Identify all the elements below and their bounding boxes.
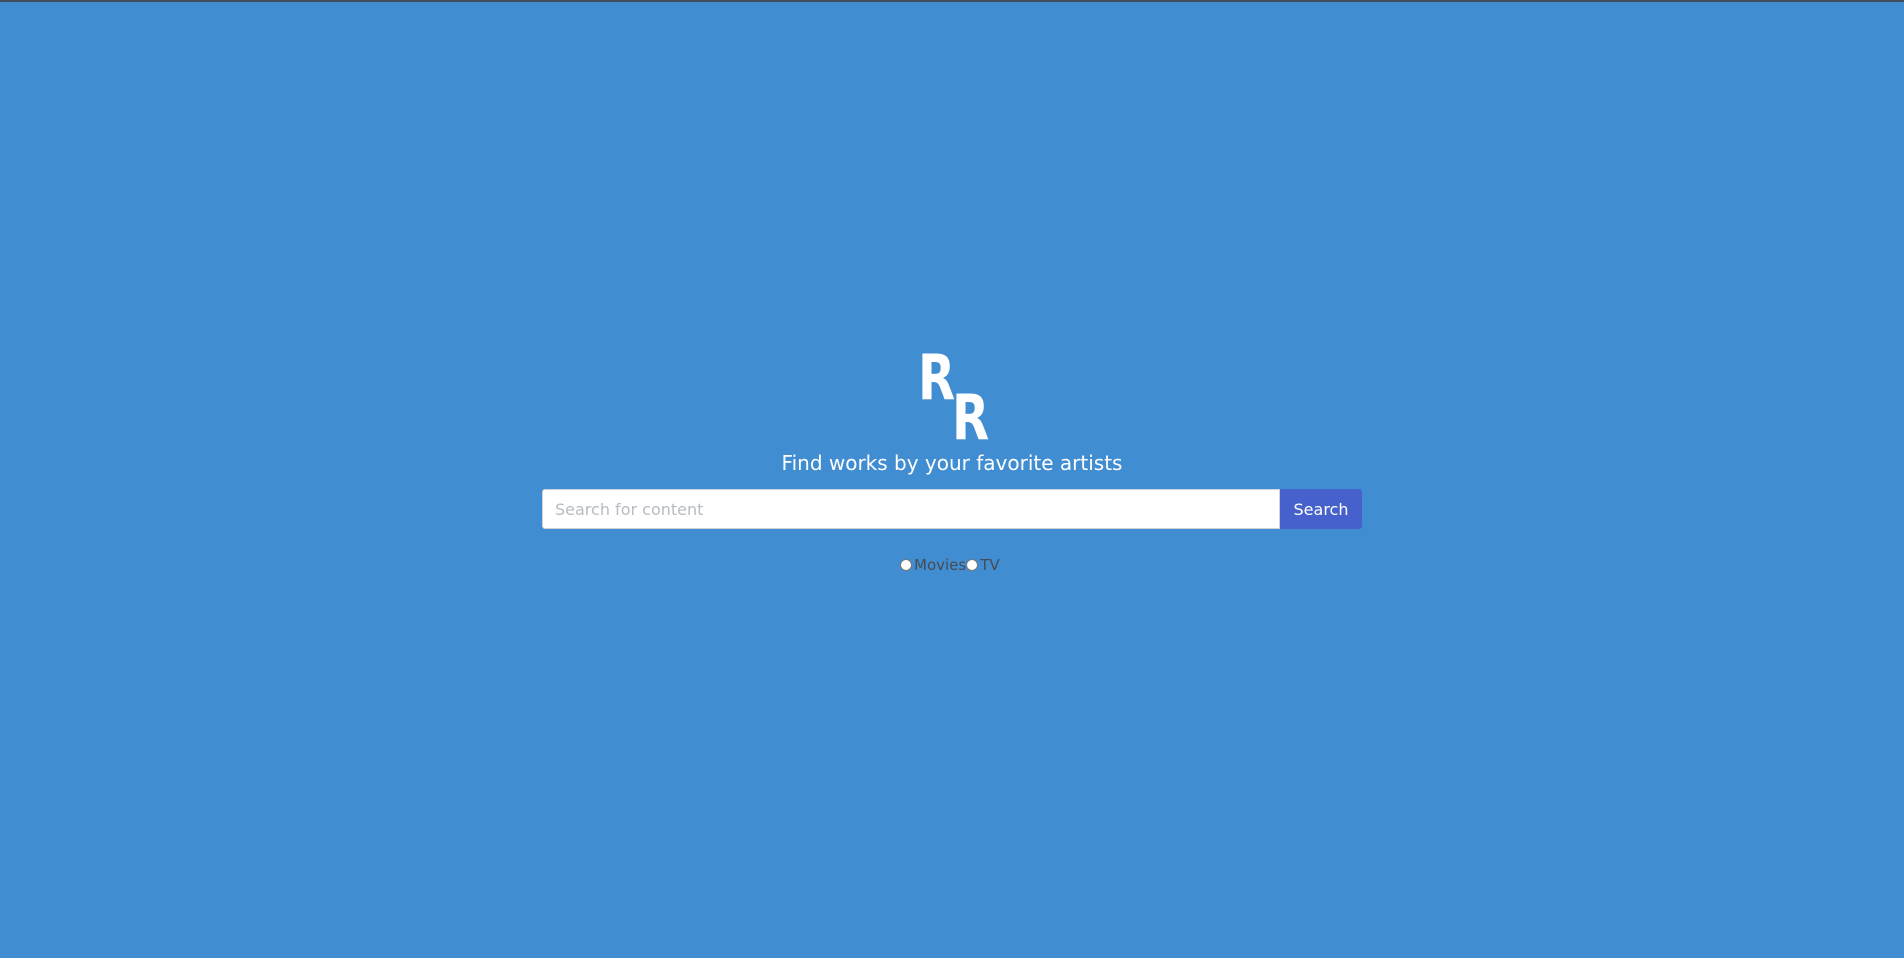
filter-label-tv: TV [980,556,1000,574]
filter-label-movies: Movies [914,556,967,574]
filter-option-tv[interactable]: TV [966,556,1000,574]
search-bar: Search [542,489,1362,529]
content-type-filter: Movies TV [900,555,1000,575]
radio-tv[interactable] [966,559,979,571]
search-input[interactable] [542,489,1280,529]
page: R R Find works by your favorite artists … [0,0,1904,961]
logo-letter-top: R [918,341,956,414]
radio-movies[interactable] [900,559,912,571]
logo: R R [918,341,989,449]
filter-option-movies[interactable]: Movies [900,556,966,574]
search-button[interactable]: Search [1280,489,1362,529]
tagline: Find works by your favorite artists [781,451,1123,475]
hero-section [0,2,1904,958]
logo-letter-bottom: R [952,381,990,454]
